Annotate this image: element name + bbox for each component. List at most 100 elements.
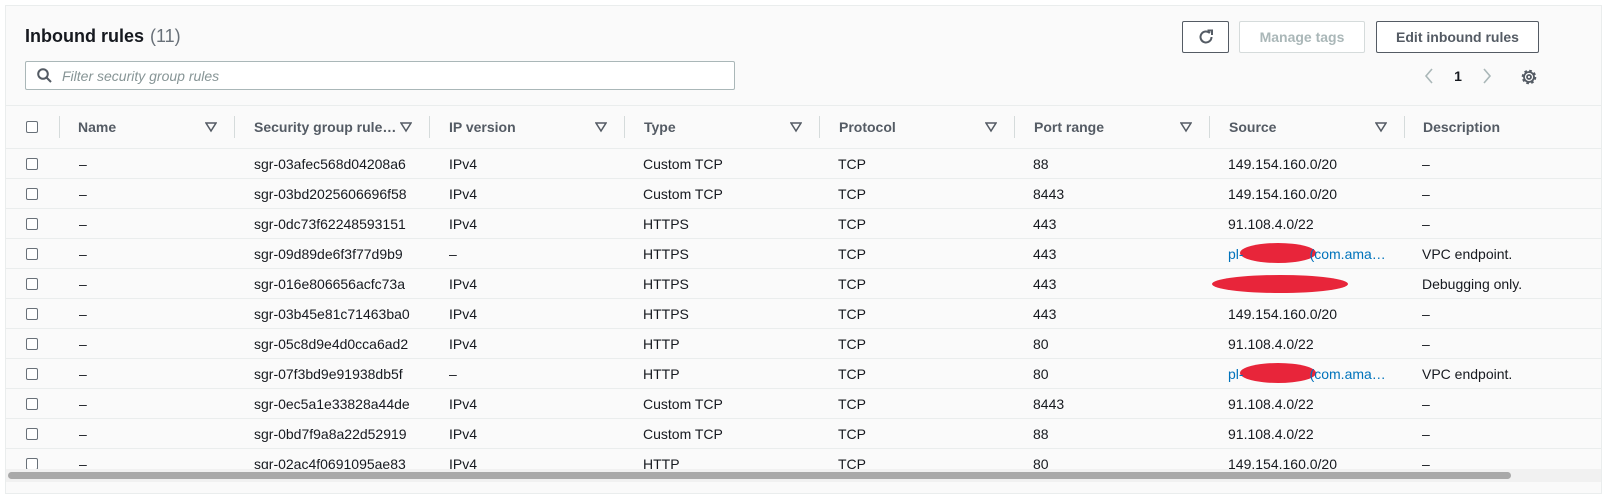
- select-all-checkbox[interactable]: [26, 121, 38, 133]
- table-row[interactable]: – sgr-07f3bd9e91938db5f – HTTP TCP 80 pl- (com.…: [6, 359, 1601, 389]
- table-row[interactable]: – sgr-05c8d9e4d0cca6ad2 IPv4 HTTP TCP 80 91.10…: [6, 329, 1601, 359]
- description-value: VPC endpoint.: [1422, 365, 1513, 382]
- col-rule-id-label: Security group rule…: [254, 119, 397, 135]
- rule-id-value: sgr-0dc73f62248593151: [254, 215, 406, 232]
- ip-version-value: IPv4: [449, 215, 478, 232]
- edit-inbound-rules-button[interactable]: Edit inbound rules: [1376, 21, 1539, 53]
- row-checkbox[interactable]: [26, 457, 38, 470]
- next-page-button[interactable]: [1478, 64, 1496, 88]
- name-cell: –: [79, 359, 87, 388]
- col-description-label: Description: [1423, 119, 1501, 135]
- row-checkbox[interactable]: [26, 217, 38, 230]
- row-checkbox[interactable]: [26, 337, 38, 350]
- panel-title-text: Inbound rules: [25, 26, 144, 46]
- rule-id-cell: sgr-0bd7f9a8a22d52919: [254, 419, 407, 448]
- table-row[interactable]: – sgr-03afec568d04208a6 IPv4 Custom TCP TCP 8…: [6, 149, 1601, 179]
- row-checkbox[interactable]: [26, 157, 38, 170]
- row-checkbox[interactable]: [26, 367, 38, 380]
- name-value: –: [79, 335, 87, 352]
- description-cell: VPC endpoint.: [1422, 359, 1512, 388]
- rule-id-value: sgr-03afec568d04208a6: [254, 155, 406, 172]
- search-field[interactable]: [25, 61, 735, 90]
- previous-page-button[interactable]: [1420, 64, 1438, 88]
- rule-id-cell: sgr-03b45e81c71463ba0: [254, 299, 410, 328]
- search-icon: [37, 68, 52, 83]
- sort-caret-icon[interactable]: [595, 121, 607, 133]
- port-value: 443: [1033, 215, 1057, 232]
- port-cell: 443: [1033, 239, 1056, 268]
- rule-count: (11): [150, 26, 181, 46]
- protocol-value: TCP: [838, 425, 866, 442]
- row-checkbox[interactable]: [26, 307, 38, 320]
- col-rule-id[interactable]: Security group rule…: [234, 106, 429, 148]
- name-value: –: [79, 185, 87, 202]
- col-source[interactable]: Source: [1209, 106, 1404, 148]
- table-row[interactable]: – sgr-0dc73f62248593151 IPv4 HTTPS TCP 443 91.…: [6, 209, 1601, 239]
- col-name-label: Name: [78, 119, 117, 135]
- col-ip-version[interactable]: IP version: [429, 106, 624, 148]
- col-port-range[interactable]: Port range: [1014, 106, 1209, 148]
- col-protocol[interactable]: Protocol: [819, 106, 1014, 148]
- row-checkbox[interactable]: [26, 277, 38, 290]
- name-value: –: [79, 215, 87, 232]
- col-description[interactable]: Description: [1404, 106, 1601, 148]
- sort-caret-icon[interactable]: [790, 121, 802, 133]
- protocol-value: TCP: [838, 395, 866, 412]
- page-number[interactable]: 1: [1438, 68, 1478, 84]
- panel-title: Inbound rules (11): [25, 26, 181, 47]
- table-row[interactable]: – sgr-09d89de6f3f77d9b9 – HTTPS TCP 443 pl- (co…: [6, 239, 1601, 269]
- sort-caret-icon[interactable]: [1180, 121, 1192, 133]
- refresh-button[interactable]: [1182, 21, 1229, 53]
- row-select-cell: [26, 239, 38, 268]
- name-cell: –: [79, 299, 87, 328]
- search-input[interactable]: [60, 66, 704, 85]
- horizontal-scrollbar[interactable]: [6, 469, 1601, 482]
- ip-version-value: IPv4: [449, 185, 478, 202]
- row-checkbox[interactable]: [26, 397, 38, 410]
- ip-version-value: IPv4: [449, 395, 478, 412]
- col-name[interactable]: Name: [59, 106, 234, 148]
- col-ip-version-label: IP version: [449, 119, 516, 135]
- table-row[interactable]: – sgr-0bd7f9a8a22d52919 IPv4 Custom TCP TCP 8…: [6, 419, 1601, 449]
- chevron-right-icon: [1483, 68, 1492, 84]
- row-checkbox[interactable]: [26, 427, 38, 440]
- redaction-mark: [1212, 275, 1348, 293]
- source-value: 149.154.160.0/20: [1228, 155, 1337, 172]
- ip-version-cell: IPv4: [449, 209, 477, 238]
- scrollbar-thumb[interactable]: [8, 472, 1511, 479]
- ip-version-value: IPv4: [449, 305, 478, 322]
- prefix-list-link[interactable]: pl- (com.ama…: [1228, 246, 1386, 262]
- sort-caret-icon[interactable]: [1375, 121, 1387, 133]
- table-row[interactable]: – sgr-016e806656acfc73a IPv4 HTTPS TCP 443 Deb…: [6, 269, 1601, 299]
- refresh-icon: [1199, 29, 1213, 44]
- sort-caret-icon[interactable]: [985, 121, 997, 133]
- protocol-cell: TCP: [838, 299, 866, 328]
- protocol-value: TCP: [838, 245, 866, 262]
- row-checkbox[interactable]: [26, 187, 38, 200]
- sort-caret-icon[interactable]: [205, 121, 217, 133]
- row-checkbox[interactable]: [26, 247, 38, 260]
- table-row[interactable]: – sgr-03b45e81c71463ba0 IPv4 HTTPS TCP 443 149…: [6, 299, 1601, 329]
- source-value: 91.108.4.0/22: [1228, 395, 1314, 412]
- sort-caret-icon[interactable]: [400, 121, 412, 133]
- protocol-value: TCP: [838, 365, 866, 382]
- row-select-cell: [26, 149, 38, 178]
- type-cell: HTTP: [643, 359, 680, 388]
- ip-version-value: IPv4: [449, 425, 478, 442]
- type-value: HTTPS: [643, 215, 689, 232]
- table-row[interactable]: – sgr-03bd2025606696f58 IPv4 Custom TCP TCP 8…: [6, 179, 1601, 209]
- prefix-list-link[interactable]: pl- (com.ama…: [1228, 366, 1386, 382]
- chevron-left-icon: [1424, 68, 1433, 84]
- protocol-cell: TCP: [838, 179, 866, 208]
- preferences-button[interactable]: [1519, 67, 1539, 87]
- port-cell: 8443: [1033, 179, 1064, 208]
- ip-version-cell: IPv4: [449, 179, 477, 208]
- rule-id-value: sgr-03bd2025606696f58: [254, 185, 407, 202]
- row-select-cell: [26, 329, 38, 358]
- name-cell: –: [79, 179, 87, 208]
- table-row[interactable]: – sgr-0ec5a1e33828a44de IPv4 Custom TCP TCP 8…: [6, 389, 1601, 419]
- row-select-cell: [26, 269, 38, 298]
- gear-icon: [1521, 69, 1537, 85]
- manage-tags-button[interactable]: Manage tags: [1239, 21, 1365, 53]
- col-type[interactable]: Type: [624, 106, 819, 148]
